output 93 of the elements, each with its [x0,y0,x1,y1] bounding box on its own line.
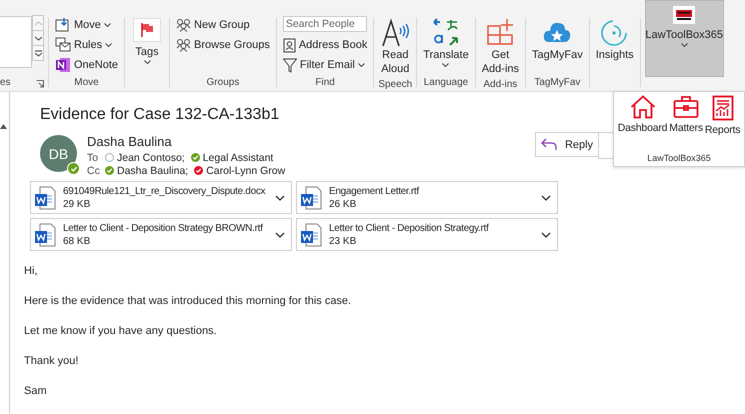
group-button[interactable]: Browse Groups [176,36,270,54]
word-document-icon [34,186,56,210]
chevron-down-icon[interactable] [275,194,285,200]
people-icon [176,18,192,32]
group-label: Find [314,76,336,90]
attachment-size: 23 KB [329,234,356,248]
cloud-button[interactable]: TagMyFav [530,16,585,64]
chevron-down-icon[interactable] [275,232,285,238]
dashboard-button[interactable]: Dashboard [616,95,668,136]
rules-icon [55,37,71,53]
word-document-icon [300,222,322,246]
insights-button[interactable]: Insights [594,16,636,64]
panel-label: LawToolBox365 [647,153,711,163]
chevron-down-icon [105,43,112,47]
attachment-size: 68 KB [63,234,90,248]
chevron-down-icon [358,63,365,67]
report-chart-icon [712,95,734,121]
body-paragraph: Let me know if you have any questions. [24,325,218,338]
move-button[interactable]: Move [55,16,118,34]
attachment-size: 26 KB [329,198,356,210]
read-aloud-icon [381,18,410,48]
contact-card-icon [282,38,296,52]
insights-icon [600,18,629,48]
group-label: Language [422,76,470,90]
chevron-down-icon [680,43,688,47]
lawtoolbox-button[interactable]: LawToolBox365 [644,0,724,77]
search-field[interactable]: Search People [282,16,367,32]
read-button[interactable]: Read Aloud [379,16,412,78]
tags-button[interactable]: Tags [131,16,164,66]
attachment-name: 691049Rule121_Ltr_re_Discovery_Dispute.docx [63,184,266,198]
body-paragraph: Thank you! [24,355,80,368]
translate-button[interactable]: Translate [421,16,471,69]
message-subject: Evidence for Case 132-CA-133b1 [40,106,280,124]
filter-icon [282,58,297,72]
expand-icon [34,50,42,56]
recipient-label: Cc [87,164,101,176]
attachment-card[interactable]: Letter to Client - Deposition Strategy BROWN.rtf 68 KB [30,218,292,251]
avatar-circle: DB [40,135,77,172]
attachment-name: Letter to Client - Deposition Strategy.rtf [329,222,489,234]
attachment-name: Engagement Letter.rtf [329,184,419,198]
add-ins-icon [486,18,514,48]
group-label: Groups [206,76,240,90]
body-paragraph: Here is the evidence that was introduced this morning for this case. [24,295,352,308]
filter-email-button[interactable]: Filter Email [282,56,368,74]
addins-button[interactable]: Get Add-ins [480,16,521,78]
chevron-down-icon [104,23,111,27]
group-button[interactable]: New Group [176,16,270,34]
attachment-card[interactable]: Letter to Client - Deposition Strategy.rtf 23 KB [296,218,558,251]
group-label: Add-ins [482,78,518,92]
chevron-down-icon[interactable] [541,232,551,238]
body-paragraph: Hi, [24,265,38,278]
scroll-down-button[interactable] [32,30,44,46]
body-paragraph: Sam [24,385,48,398]
chevron-down-icon [144,60,151,64]
more-button[interactable] [32,45,44,61]
recipient-name[interactable]: Jean Contoso; [117,152,185,164]
chevron-down-icon [34,36,42,40]
recipient-name[interactable]: Carol-Lynn Grow [206,164,286,176]
reports-button[interactable]: Reports [704,95,742,136]
chevron-down-icon [442,63,450,67]
reply-arrow-icon [540,138,557,151]
group-label: Speech [378,78,412,92]
address-book-button[interactable]: Address Book [282,36,368,54]
reply-button[interactable]: Reply [535,132,599,157]
attachment-card[interactable]: Engagement Letter.rtf 26 KB [296,181,558,214]
translate-icon [432,18,460,48]
presence-unknown-icon [105,153,114,162]
dialog-launcher-icon[interactable] [36,80,44,88]
logo-icon [673,6,696,24]
matters-button[interactable]: Matters [668,95,704,136]
chevron-up-icon [34,20,42,26]
onenote-icon [55,57,71,73]
house-icon [630,95,656,119]
group-label: es [0,76,11,90]
attachment-name: Letter to Client - Deposition Strategy BROWN.rtf [63,222,263,234]
word-document-icon [34,222,56,246]
scroll-up-icon[interactable] [0,124,7,129]
sender-name: Dasha Baulina [87,134,173,149]
group-label: TagMyFav [533,76,582,90]
move-icon [55,17,71,33]
recipient-label: To [87,152,100,164]
recipient-name[interactable]: Legal Assistant [202,152,274,164]
briefcase-icon [673,95,700,119]
attachment-card[interactable]: 691049Rule121_Ltr_re_Discovery_Dispute.docx 29 KB [30,181,292,214]
chevron-down-icon[interactable] [541,194,551,200]
word-document-icon [300,186,322,210]
group-label: Move [73,76,100,90]
onenote-button[interactable]: OneNote [55,56,118,74]
attachment-size: 29 KB [63,198,90,210]
people-icon [176,38,192,52]
rules-button[interactable]: Rules [55,36,118,54]
flag-icon [133,18,162,42]
recipient-name[interactable]: Dasha Baulina; [117,164,188,176]
